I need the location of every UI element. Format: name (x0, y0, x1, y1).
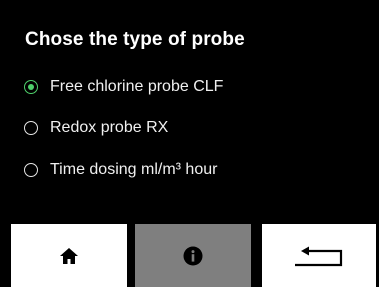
home-icon (59, 246, 79, 266)
option-free-chlorine[interactable]: Free chlorine probe CLF (24, 76, 223, 98)
page-title: Chose the type of probe (25, 29, 245, 50)
radio-selected-icon[interactable] (24, 80, 38, 94)
option-label: Time dosing ml/m³ hour (50, 161, 218, 178)
back-button[interactable] (262, 224, 376, 287)
info-icon (183, 246, 203, 266)
info-button[interactable] (135, 224, 251, 287)
radio-unselected-icon[interactable] (24, 121, 38, 135)
home-button[interactable] (11, 224, 127, 287)
back-arrow-icon (293, 245, 345, 267)
option-time-dosing[interactable]: Time dosing ml/m³ hour (24, 159, 217, 181)
option-label: Redox probe RX (50, 119, 169, 136)
radio-unselected-icon[interactable] (24, 163, 38, 177)
bottom-toolbar (0, 224, 379, 287)
option-label: Free chlorine probe CLF (50, 78, 224, 95)
option-redox[interactable]: Redox probe RX (24, 117, 168, 139)
probe-selection-screen: Chose the type of probe Free chlorine pr… (0, 0, 379, 287)
